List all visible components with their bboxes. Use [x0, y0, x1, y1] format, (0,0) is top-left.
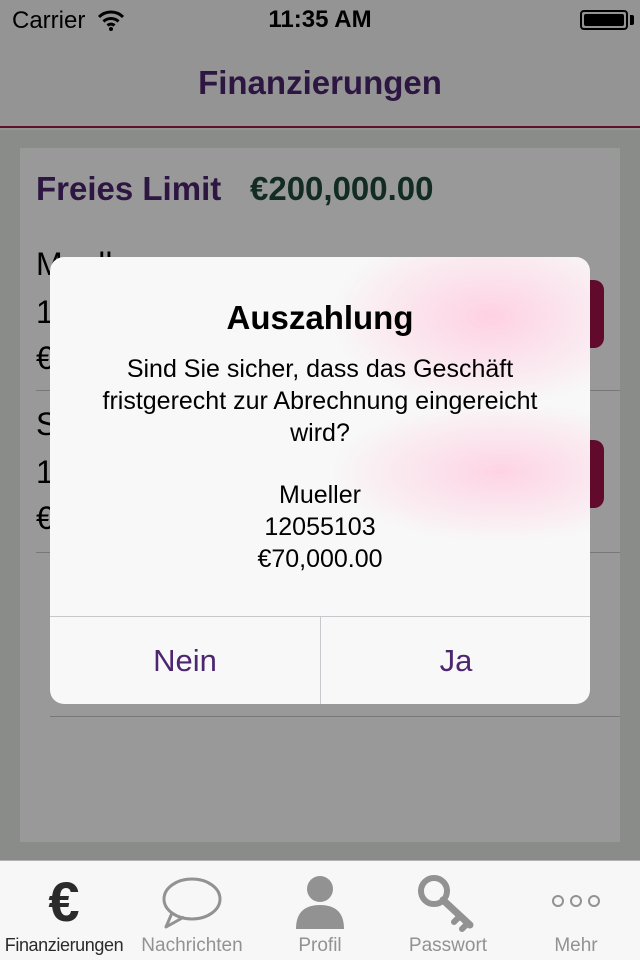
key-icon	[418, 875, 474, 932]
tab-label: Passwort	[408, 935, 488, 956]
tab-label: Profil	[298, 935, 342, 956]
alert-detail-amount: €70,000.00	[257, 545, 383, 573]
yes-button[interactable]: Ja	[321, 617, 590, 704]
tab-label: Nachrichten	[141, 935, 243, 956]
tab-profil[interactable]: Profil	[256, 861, 384, 960]
speech-bubble-icon	[162, 877, 222, 929]
tab-label: Mehr	[554, 935, 598, 956]
person-icon	[296, 876, 344, 929]
tab-mehr[interactable]: Mehr	[512, 861, 640, 960]
alert-detail-number: 12055103	[264, 513, 376, 541]
alert-title: Auszahlung	[226, 299, 414, 336]
alert-detail-name: Mueller	[279, 481, 361, 509]
euro-icon: €	[48, 870, 80, 933]
tab-label: Finanzierungen	[4, 935, 124, 955]
tab-bar: € Finanzierungen Nachrichten Profil Pass…	[0, 860, 640, 960]
tab-nachrichten[interactable]: Nachrichten	[128, 861, 256, 960]
no-button[interactable]: Nein	[50, 617, 320, 704]
more-dots-icon	[552, 895, 600, 907]
alert-message: Sind Sie sicher, dass das Geschäft frist…	[102, 355, 538, 447]
tab-finanzierungen[interactable]: € Finanzierungen	[0, 861, 128, 960]
tab-passwort[interactable]: Passwort	[384, 861, 512, 960]
payout-alert-dialog: Auszahlung Sind Sie sicher, dass das Ges…	[50, 257, 590, 704]
